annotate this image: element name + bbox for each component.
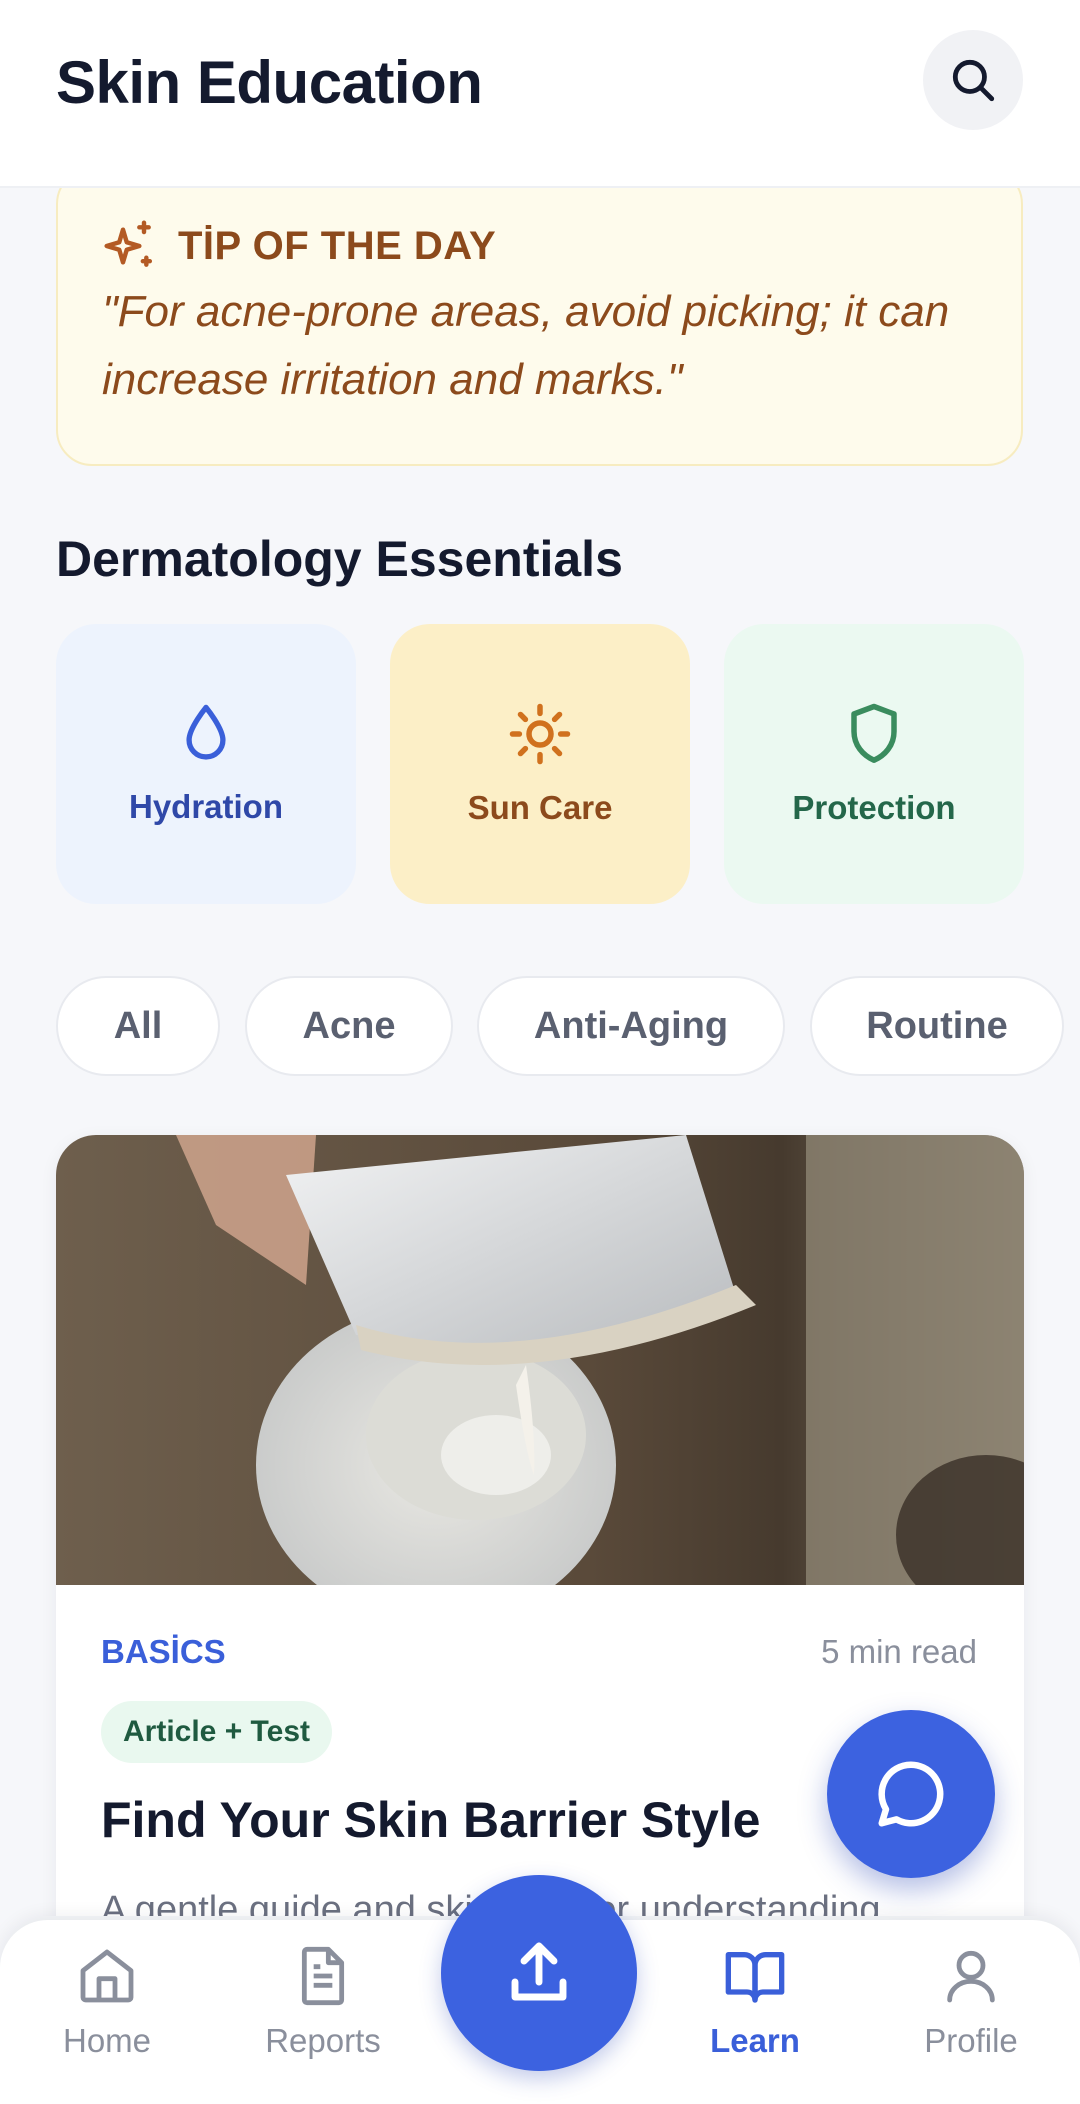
article-category: BASİCS (101, 1633, 226, 1670)
tip-of-the-day-card: TİP OF THE DAY "For acne-prone areas, av… (56, 188, 1023, 466)
page-title: Skin Education (56, 49, 483, 116)
home-icon (80, 1949, 134, 2003)
essential-hydration-card[interactable]: Hydration (56, 624, 356, 904)
app-header: Skin Education (0, 0, 1080, 188)
essential-label: Sun Care (467, 789, 613, 826)
article-read-time: 5 min read (821, 1633, 977, 1670)
nav-profile[interactable]: Profile (891, 1944, 1051, 2084)
water-drop-icon (186, 704, 226, 760)
essentials-title: Dermatology Essentials (56, 531, 623, 587)
article-type-badge: Article + Test (101, 1701, 333, 1763)
essential-label: Protection (792, 789, 956, 826)
shield-icon (851, 703, 897, 763)
nav-label: Reports (265, 2022, 381, 2059)
filter-chip-routine[interactable]: Routine (810, 976, 1064, 1076)
nav-learn[interactable]: Learn (675, 1944, 835, 2084)
upload-button[interactable] (441, 1875, 637, 2071)
upload-icon (511, 1942, 567, 2001)
filter-chip-acne[interactable]: Acne (245, 976, 453, 1076)
article-title[interactable]: Find Your Skin Barrier Style (101, 1791, 760, 1849)
search-button[interactable] (923, 30, 1023, 130)
filter-chip-anti-aging[interactable]: Anti-Aging (477, 976, 785, 1076)
essential-protection-card[interactable]: Protection (724, 624, 1024, 904)
nav-reports[interactable]: Reports (243, 1944, 403, 2084)
user-icon (947, 1950, 995, 2003)
essential-label: Hydration (128, 788, 283, 825)
document-icon (301, 1946, 345, 2006)
article-image (56, 1135, 1024, 1585)
sparkles-icon (104, 220, 153, 267)
tip-label: TİP OF THE DAY (178, 224, 497, 268)
chat-bubble-icon (878, 1761, 944, 1827)
scroll-content[interactable]: TİP OF THE DAY "For acne-prone areas, av… (0, 188, 1080, 1916)
chat-button[interactable] (827, 1710, 995, 1878)
nav-label: Profile (924, 2022, 1018, 2059)
tip-text: "For acne-prone areas, avoid picking; it… (102, 287, 950, 404)
search-icon (952, 59, 995, 102)
filter-chip-all[interactable]: All (56, 976, 220, 1076)
book-open-icon (725, 1952, 785, 2003)
nav-label: Home (62, 2022, 152, 2059)
sun-icon (509, 703, 571, 765)
essential-sun-care-card[interactable]: Sun Care (390, 624, 690, 904)
nav-home[interactable]: Home (27, 1944, 187, 2084)
nav-label: Learn (710, 2022, 800, 2059)
